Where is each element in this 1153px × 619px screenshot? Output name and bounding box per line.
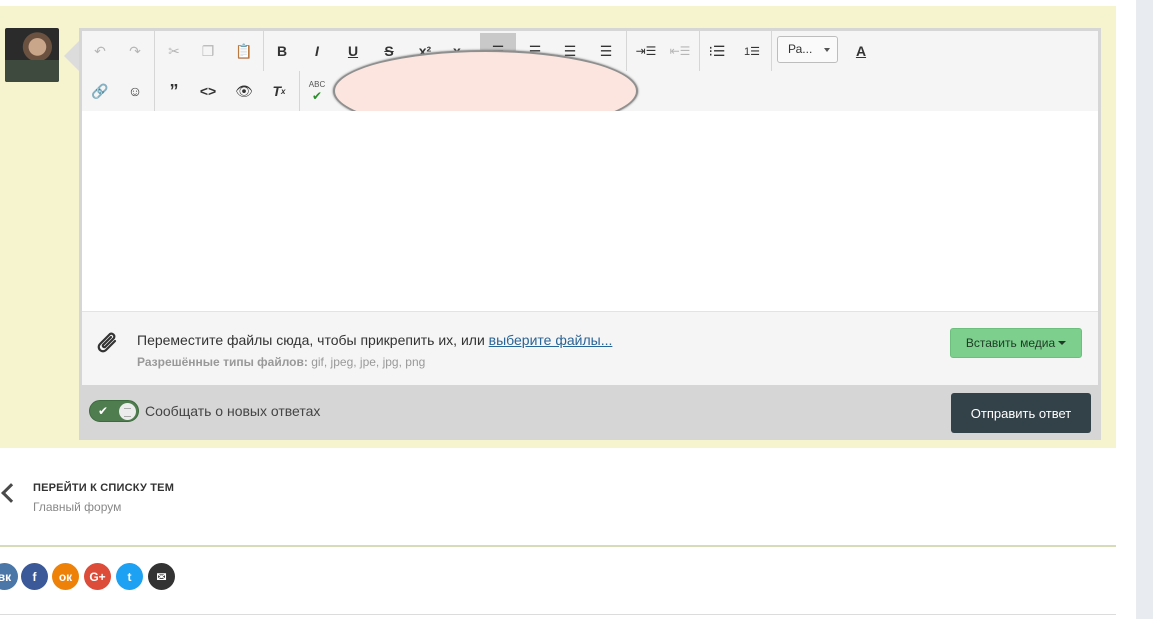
send-reply-button[interactable]: Отправить ответ: [951, 393, 1091, 433]
undo-icon[interactable]: ↶: [85, 33, 115, 69]
underline-icon[interactable]: U: [338, 33, 368, 69]
submit-bar: ✔ Сообщать о новых ответах Отправить отв…: [82, 385, 1098, 437]
paste-icon[interactable]: 📋: [229, 33, 259, 69]
facebook-icon[interactable]: f: [21, 563, 48, 590]
toolbar-separator: [154, 71, 155, 111]
notify-toggle[interactable]: ✔: [89, 400, 139, 422]
bold-icon[interactable]: B: [267, 33, 297, 69]
link-icon[interactable]: 🔗: [85, 73, 115, 109]
toolbar-separator: [699, 31, 700, 71]
code-icon[interactable]: <>: [193, 73, 223, 109]
smiley-icon[interactable]: ☺: [120, 73, 150, 109]
insert-media-button[interactable]: Вставить медиа: [950, 328, 1082, 358]
indent-icon[interactable]: ⇥☰: [631, 33, 661, 69]
email-icon[interactable]: ✉: [148, 563, 175, 590]
attachment-bar: Переместите файлы сюда, чтобы прикрепить…: [82, 311, 1098, 385]
attach-instructions: Переместите файлы сюда, чтобы прикрепить…: [137, 332, 613, 348]
message-pointer: [64, 40, 80, 72]
divider: [0, 614, 1116, 615]
spellcheck-icon[interactable]: ABC ✔: [302, 73, 332, 109]
redo-icon[interactable]: ↷: [120, 33, 150, 69]
odnoklassniki-icon[interactable]: ок: [52, 563, 79, 590]
toolbar-separator: [626, 31, 627, 71]
bulleted-list-icon[interactable]: ⁝☰: [702, 33, 732, 69]
toolbar-separator: [771, 31, 772, 71]
toolbar-separator: [263, 31, 264, 71]
back-link-subtitle: Главный форум: [33, 500, 122, 514]
back-to-thread-list[interactable]: ПЕРЕЙТИ К СПИСКУ ТЕМ Главный форум: [0, 478, 300, 518]
back-link-title: ПЕРЕЙТИ К СПИСКУ ТЕМ: [33, 482, 175, 494]
chevron-down-icon: [1058, 341, 1067, 345]
preview-eye-icon[interactable]: 👁: [229, 73, 259, 109]
toolbar-separator: [299, 71, 300, 111]
chevron-left-icon: [1, 483, 21, 503]
clear-formatting-icon[interactable]: Tx: [264, 73, 294, 109]
toolbar-separator: [154, 31, 155, 71]
numbered-list-icon[interactable]: 1☰: [737, 33, 767, 69]
quick-reply-area: ↶ ↷ ✂ ❐ 📋 B I U S x² x₂ ☰ ☰ ☰ ☰ ⇥☰ ⇤☰ ⁝☰…: [0, 6, 1116, 448]
twitter-icon[interactable]: t: [116, 563, 143, 590]
google-plus-icon[interactable]: G+: [84, 563, 111, 590]
page-scroll-gutter: [1136, 0, 1153, 619]
toggle-knob: [119, 403, 136, 420]
quote-icon[interactable]: ”: [159, 73, 189, 109]
notify-label: Сообщать о новых ответах: [145, 403, 321, 419]
text-color-icon[interactable]: A: [846, 33, 876, 69]
vk-icon[interactable]: вк: [0, 563, 18, 590]
cut-icon[interactable]: ✂: [159, 33, 189, 69]
italic-icon[interactable]: I: [302, 33, 332, 69]
avatar[interactable]: [5, 28, 59, 82]
paperclip-icon: [97, 332, 117, 353]
message-text-area[interactable]: [82, 111, 1098, 311]
outdent-icon[interactable]: ⇤☰: [665, 33, 695, 69]
check-icon: ✔: [98, 404, 109, 418]
font-select[interactable]: Ра...: [777, 36, 838, 63]
reply-editor: ↶ ↷ ✂ ❐ 📋 B I U S x² x₂ ☰ ☰ ☰ ☰ ⇥☰ ⇤☰ ⁝☰…: [79, 28, 1101, 440]
choose-files-link[interactable]: выберите файлы...: [489, 332, 613, 348]
divider: [0, 545, 1116, 547]
copy-icon[interactable]: ❐: [193, 33, 223, 69]
allowed-file-types: Разрешённые типы файлов: gif, jpeg, jpe,…: [137, 355, 426, 369]
